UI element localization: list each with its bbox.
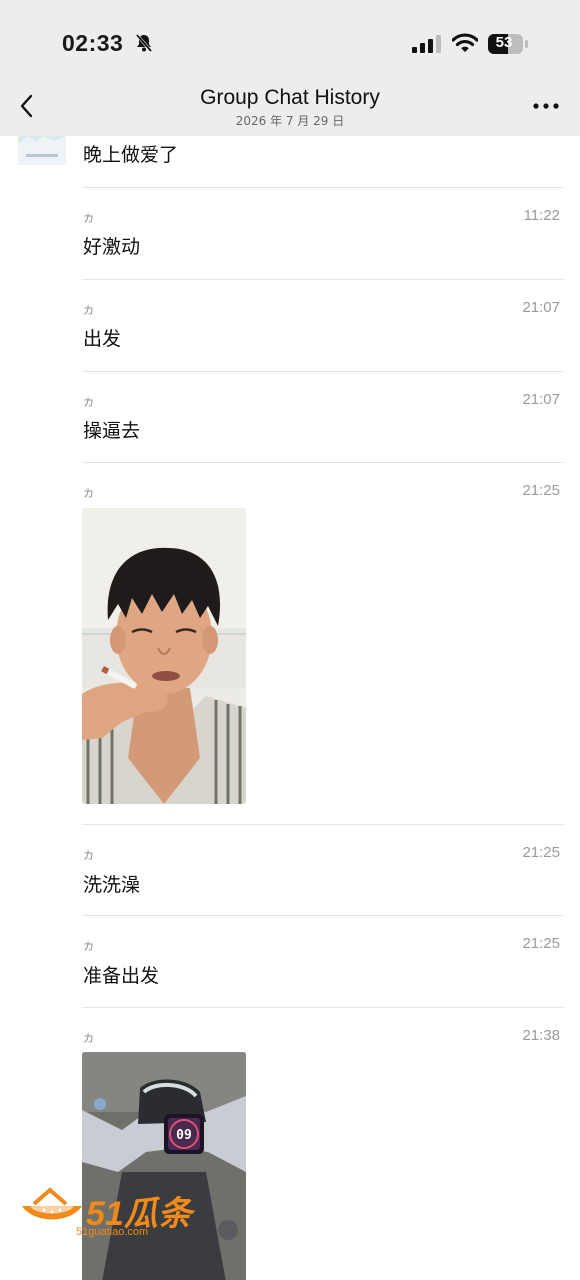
- message-text[interactable]: 操逼去: [83, 416, 140, 443]
- wifi-icon: [452, 33, 478, 52]
- bell-slash-icon: [135, 34, 153, 52]
- selfie-image: [82, 508, 246, 804]
- divider: [83, 279, 563, 280]
- battery-level: 53: [495, 34, 513, 51]
- status-bar: 02:33 53: [0, 0, 580, 80]
- divider: [83, 1007, 563, 1008]
- sender-name: カ: [83, 1032, 94, 1045]
- message-time: 11:22: [523, 207, 560, 224]
- speed-readout: 09: [176, 1128, 192, 1143]
- message-time: 21:07: [522, 391, 560, 408]
- avatar[interactable]: [18, 136, 66, 165]
- divider: [83, 915, 563, 916]
- selfie-photo[interactable]: [82, 508, 246, 804]
- watermark-logo-icon: [22, 1187, 82, 1220]
- watermark-url: 51guatiao.com: [76, 1226, 149, 1238]
- divider: [83, 462, 563, 463]
- message-text[interactable]: 洗洗澡: [83, 870, 140, 897]
- divider: [83, 824, 563, 825]
- message-text[interactable]: 出发: [83, 324, 121, 351]
- message-time: 21:25: [522, 844, 560, 861]
- message-text[interactable]: 晚上做爱了: [83, 140, 178, 167]
- message-text[interactable]: 准备出发: [83, 961, 159, 988]
- sender-name: カ: [83, 212, 94, 225]
- chat-history-list[interactable]: 晚上做爱了 カ 11:22 好激动 カ 21:07 出发 カ 21:07 操逼去…: [0, 136, 580, 1280]
- more-options-icon[interactable]: [532, 102, 560, 110]
- message-time: 21:25: [522, 935, 560, 952]
- sender-name: カ: [83, 304, 94, 317]
- message-time: 21:07: [522, 299, 560, 316]
- divider: [83, 187, 563, 188]
- divider: [83, 371, 563, 372]
- page-title: Group Chat History: [200, 86, 380, 109]
- message-time: 21:25: [522, 482, 560, 499]
- sender-name: カ: [83, 487, 94, 500]
- page-subtitle: 2026 年 7 月 29 日: [235, 114, 345, 128]
- clock: 02:33: [62, 30, 124, 56]
- nav-bar: Group Chat History 2026 年 7 月 29 日: [0, 80, 580, 136]
- message-time: 21:38: [522, 1027, 560, 1044]
- scooter-photo[interactable]: 09: [82, 1052, 246, 1280]
- message-text[interactable]: 好激动: [83, 232, 140, 259]
- cellular-signal-icon: [412, 35, 441, 53]
- sender-name: カ: [83, 940, 94, 953]
- avatar-image: [18, 136, 66, 165]
- sender-name: カ: [83, 396, 94, 409]
- sender-name: カ: [83, 849, 94, 862]
- scooter-image: 09: [82, 1052, 246, 1280]
